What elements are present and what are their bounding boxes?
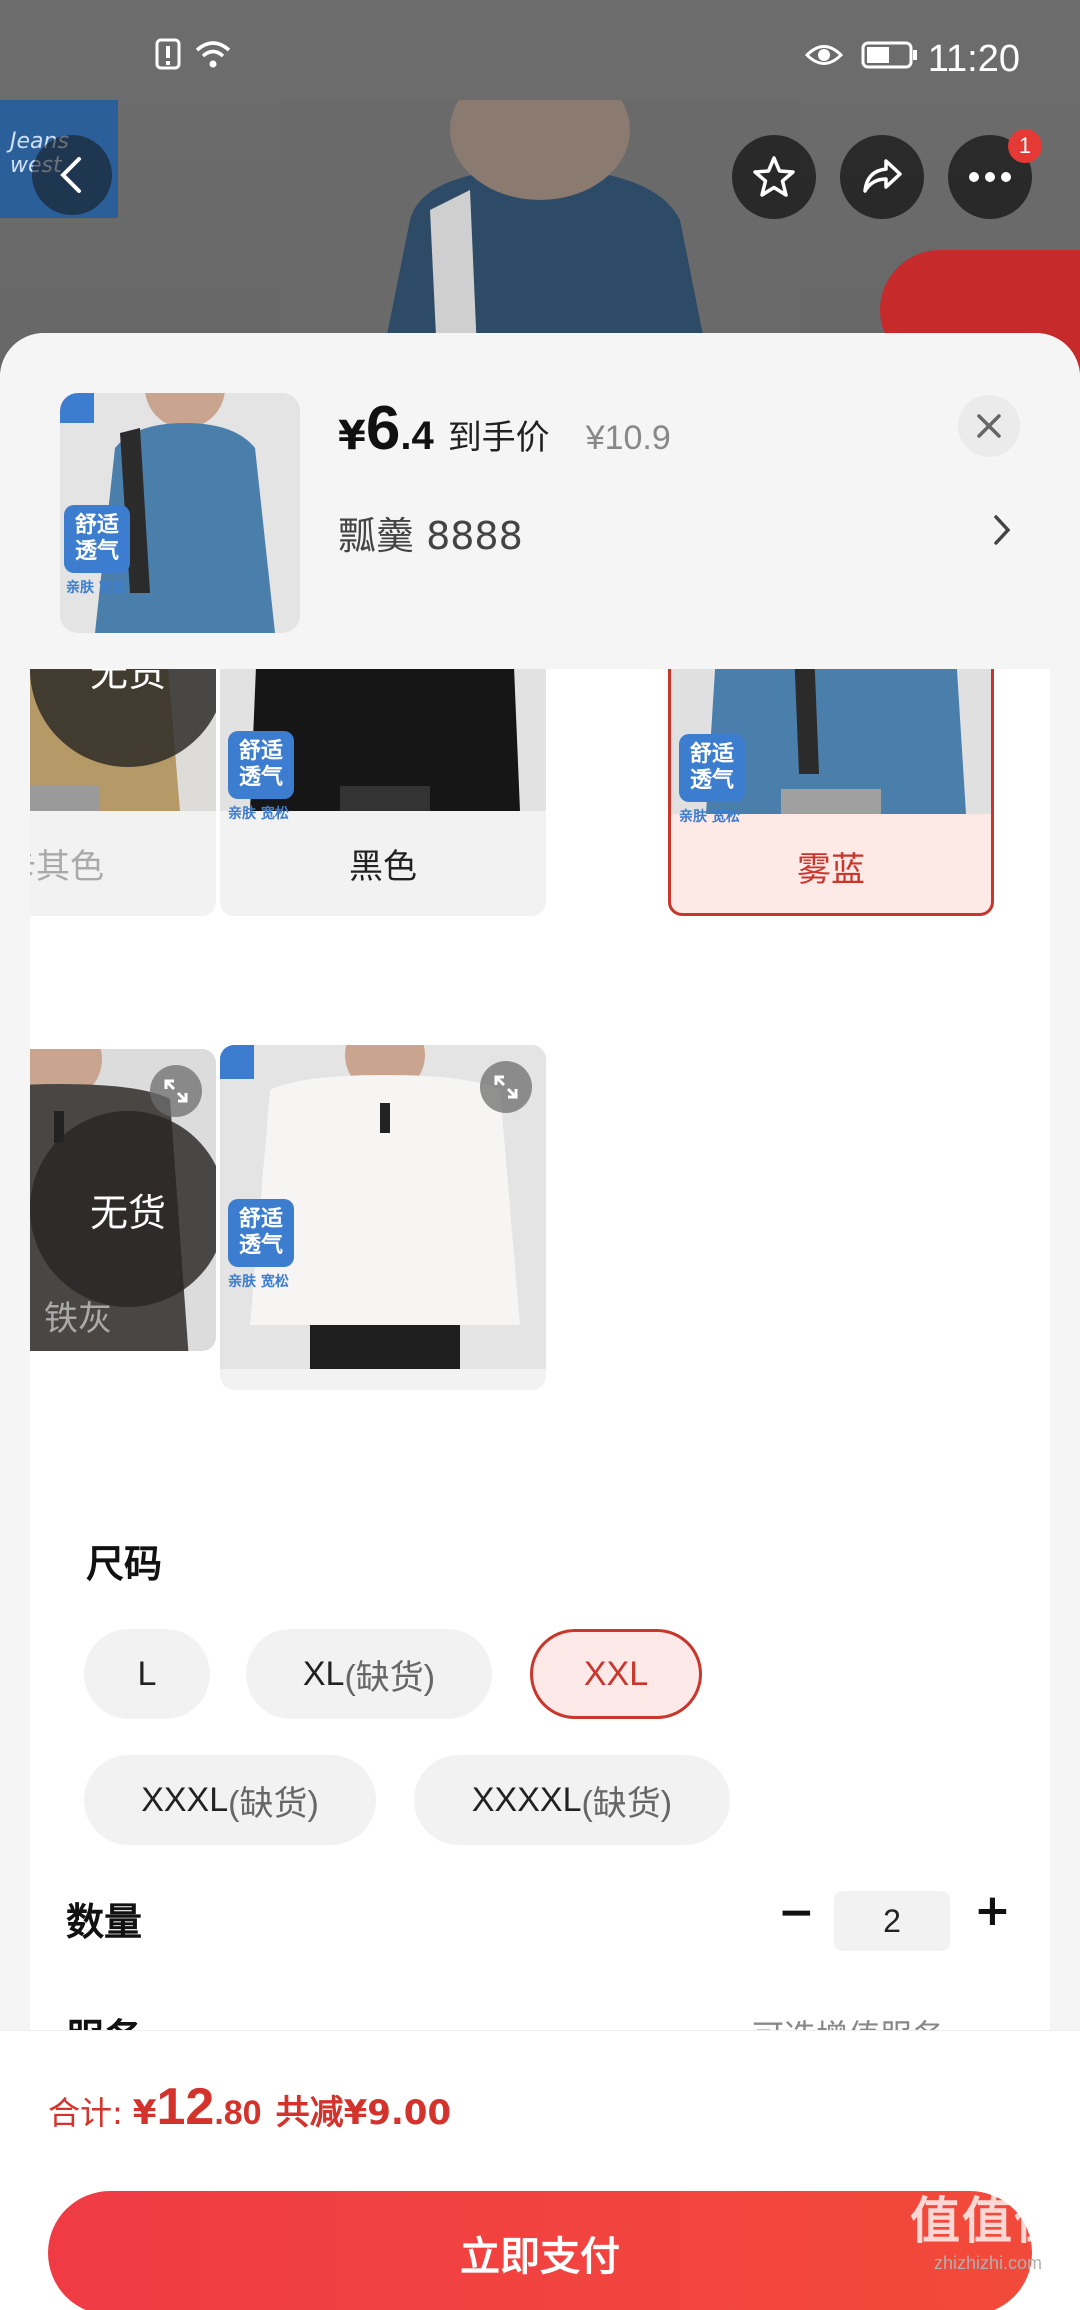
price-integer: 6: [365, 394, 401, 463]
feature-tag: 舒适 透气: [228, 731, 294, 799]
quantity-decrease-button[interactable]: −: [778, 1887, 815, 1938]
price-decimal: .4: [400, 414, 434, 458]
size-name: XL: [302, 1654, 345, 1693]
size-oos-suffix: (缺货): [228, 1784, 319, 1823]
tag-line-2: 透气: [238, 1233, 283, 1258]
star-icon: [753, 156, 795, 197]
status-bar: 11:20: [0, 0, 1080, 100]
quantity-increase-button[interactable]: +: [974, 1885, 1011, 1936]
tag-line-2: 透气: [74, 539, 119, 564]
price-currency: ¥: [338, 413, 366, 459]
size-oos-suffix: (缺货): [344, 1658, 436, 1697]
close-icon: [977, 414, 1001, 438]
watermark-domain: zhizhizhi.com: [933, 2253, 1043, 2273]
pay-now-button[interactable]: 立即支付: [48, 2191, 1032, 2310]
size-option-XXXXL[interactable]: XXXXL (缺货): [414, 1755, 730, 1845]
sku-header: 舒适 透气 亲肤 宽松 ¥ 6 .4 到手价 ¥10.9 瓢羹 8888: [0, 333, 1080, 669]
size-name: XXXXL: [471, 1780, 582, 1819]
back-button[interactable]: [32, 135, 112, 215]
color-label: 黑色: [349, 847, 417, 887]
tag-line-2: 透气: [238, 765, 283, 790]
tag-sub: 亲肤 宽松: [228, 1274, 289, 1290]
original-price: ¥10.9: [585, 419, 671, 457]
status-icons-right: [805, 40, 919, 70]
size-option-XL[interactable]: XL (缺货): [246, 1629, 492, 1719]
color-option-black[interactable]: 舒适 透气 亲肤 宽松 黑色: [220, 669, 546, 916]
sku-selector-sheet: 舒适 透气 亲肤 宽松 ¥ 6 .4 到手价 ¥10.9 瓢羹 8888 无货 …: [0, 333, 1080, 2310]
watermark-logo: 值值值: [910, 2192, 1066, 2250]
feature-tag: 舒适 透气: [64, 505, 130, 573]
wifi-icon: [195, 41, 231, 68]
color-label: 雾蓝: [797, 850, 865, 890]
total-integer: 12: [156, 2078, 215, 2136]
tag-line-1: 舒适: [238, 1207, 283, 1232]
notification-badge: 1: [1008, 129, 1042, 163]
color-option-iron-gray[interactable]: 无货 铁灰: [30, 1049, 216, 1351]
more-dots-icon: [969, 172, 1011, 182]
color-label: 白色: [220, 1369, 546, 1390]
size-option-XXXL[interactable]: XXXL (缺货): [84, 1755, 376, 1845]
size-name: XXXL: [141, 1780, 229, 1819]
total-discount: 共减¥9.00: [275, 2093, 452, 2133]
chevron-right-icon[interactable]: [992, 511, 1012, 557]
total-line: 合计: ¥ 12 .80 共减¥9.00: [48, 2077, 451, 2137]
site-watermark: 值值值 zhizhizhi.com: [910, 2181, 1066, 2274]
more-button[interactable]: 1: [948, 129, 1042, 219]
chevron-right-glyph: [994, 515, 1011, 545]
total-label: 合计:: [48, 2094, 123, 2132]
size-name: XXL: [583, 1654, 649, 1693]
expand-icon: [494, 1075, 518, 1099]
share-button[interactable]: [840, 135, 924, 219]
size-option-L[interactable]: L: [84, 1629, 210, 1719]
color-label: 铁灰: [44, 1298, 112, 1339]
total-currency: ¥: [132, 2093, 157, 2133]
expand-image-button[interactable]: [480, 1061, 532, 1113]
tag-line-2: 透气: [689, 768, 734, 793]
price-label: 到手价: [447, 418, 550, 458]
tag-line-1: 舒适: [74, 513, 119, 538]
eye-comfort-icon: [805, 45, 843, 65]
selected-spec[interactable]: 瓢羹 8888: [338, 505, 523, 560]
color-option-fog-blue[interactable]: 舒适 透气 亲肤 宽松 雾蓝: [668, 669, 994, 916]
chevron-left-icon: [60, 157, 81, 193]
size-name: L: [137, 1654, 157, 1693]
clock: 11:20: [927, 38, 1020, 80]
price-line: ¥ 6 .4 到手价 ¥10.9: [338, 393, 671, 464]
color-option-khaki[interactable]: 无货 卡其色: [30, 669, 216, 916]
tag-line-1: 舒适: [689, 742, 734, 767]
expand-icon: [164, 1079, 188, 1103]
size-section-title: 尺码: [86, 1542, 163, 1586]
status-icons-left: [155, 38, 233, 70]
close-button[interactable]: [958, 395, 1020, 457]
tag-line-1: 舒适: [238, 739, 283, 764]
favorite-button[interactable]: [732, 135, 816, 219]
quantity-title: 数量: [66, 1900, 143, 1944]
feature-tag: 舒适 透气: [228, 1199, 294, 1267]
color-option-white[interactable]: 舒适 透气 亲肤 宽松 白色: [220, 1045, 546, 1390]
feature-tag: 舒适 透气: [679, 734, 745, 802]
tag-sub: 亲肤 宽松: [66, 580, 127, 596]
size-oos-suffix: (缺货): [581, 1784, 673, 1823]
quantity-value[interactable]: 2: [834, 1891, 950, 1951]
total-decimal: .80: [214, 2094, 262, 2132]
expand-image-button[interactable]: [150, 1065, 202, 1117]
battery-icon: [861, 41, 917, 69]
share-icon: [863, 159, 902, 193]
selected-product-thumbnail[interactable]: 舒适 透气 亲肤 宽松: [60, 393, 300, 633]
out-of-stock-overlay: 无货: [30, 1111, 216, 1307]
sim-alert-icon: [155, 38, 181, 70]
color-label: 卡其色: [30, 847, 104, 887]
options-panel: 无货 卡其色 舒适 透气 亲肤 宽松 黑色: [30, 669, 1050, 2069]
size-option-XXL[interactable]: XXL: [530, 1629, 702, 1719]
